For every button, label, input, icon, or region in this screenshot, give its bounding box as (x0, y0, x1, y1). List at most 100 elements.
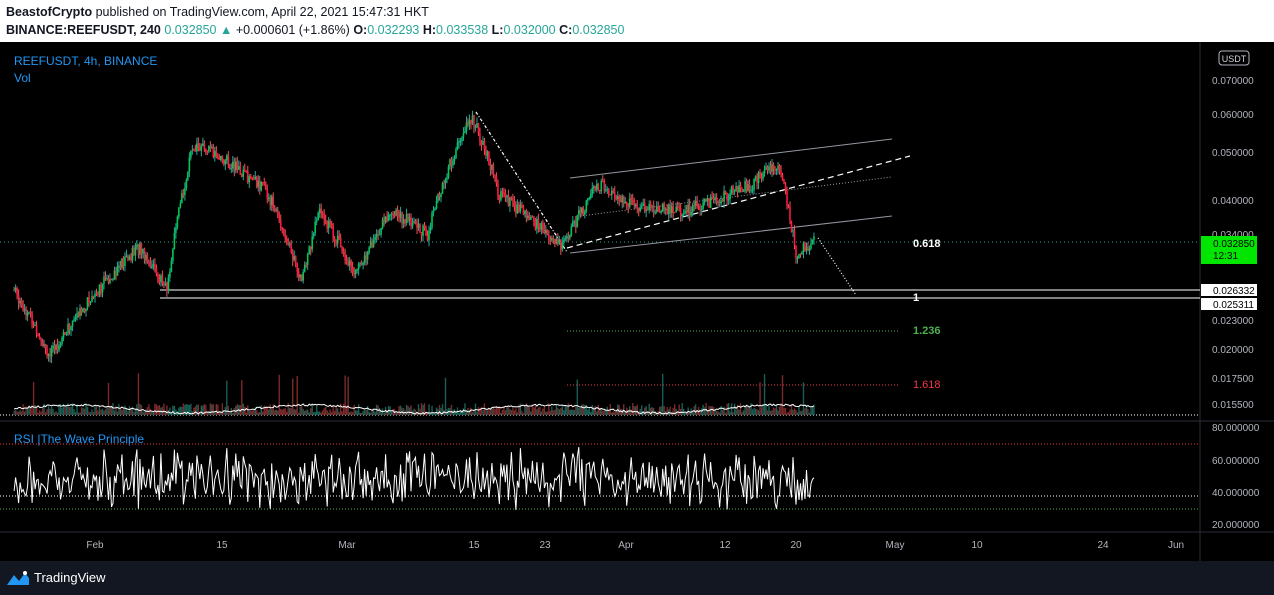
candle-body (678, 206, 680, 208)
candle-body (631, 199, 634, 201)
fib-label-1[interactable]: 1 (913, 292, 919, 304)
volume-bar (751, 409, 754, 415)
candle-body (649, 203, 652, 208)
candle-body (284, 235, 287, 239)
fib-label-1236[interactable]: 1.236 (913, 325, 941, 337)
candle-body (260, 181, 263, 191)
volume-bar (365, 409, 367, 415)
candle-body (124, 257, 126, 267)
wave-drop-line[interactable] (475, 111, 568, 253)
candle-body (582, 207, 585, 215)
candle-body (119, 265, 122, 268)
time-axis[interactable]: Feb 15 Mar 15 23 Apr 12 20 May 10 24 Jun (86, 540, 1184, 551)
volume-bar (68, 407, 71, 415)
candle-body (100, 284, 102, 293)
volume-bar (458, 412, 460, 415)
volume-bar (636, 404, 638, 415)
candle-body (474, 127, 477, 129)
candle-body (468, 120, 471, 125)
candle-body (287, 241, 290, 245)
candle-body (498, 194, 501, 201)
volume-bar (798, 405, 800, 415)
candle-body (664, 208, 667, 210)
volume-bar (56, 412, 59, 415)
rsi-tick: 80.000000 (1212, 423, 1260, 434)
volume-legend[interactable]: Vol (14, 71, 31, 85)
candle-body (651, 206, 654, 208)
candle-body (335, 241, 337, 244)
candle-body (666, 208, 668, 215)
volume-bar (795, 410, 797, 415)
candle-body (789, 206, 791, 222)
volume-bar (783, 407, 785, 415)
channel-top-line[interactable] (569, 138, 893, 179)
candle-body (221, 156, 224, 161)
volume-bar (563, 410, 565, 415)
candle-body (146, 254, 149, 263)
volume-bar (760, 407, 763, 415)
volume-bar (326, 410, 328, 415)
volume-bar (581, 404, 583, 415)
candle-body (297, 271, 300, 278)
volume-bar (570, 409, 573, 415)
volume-bar (588, 407, 590, 415)
candle-body (640, 205, 643, 208)
candle-body (356, 269, 358, 271)
volume-bar (353, 404, 355, 415)
candlestick-series[interactable] (13, 110, 815, 364)
volume-bar (34, 405, 36, 415)
candle-body (652, 206, 655, 213)
candle-body (366, 252, 369, 260)
fib-label-1618[interactable]: 1.618 (913, 379, 941, 391)
price-tick: 0.040000 (1212, 196, 1254, 207)
volume-bar (596, 411, 598, 415)
volume-bar (208, 410, 210, 415)
open-value: 0.032293 (367, 23, 420, 37)
candle-body (404, 219, 406, 224)
volume-bar (79, 412, 81, 415)
tradingview-brand[interactable]: TradingView (34, 570, 106, 585)
volume-bar (272, 404, 274, 415)
candle-body (314, 221, 316, 234)
volume-bar (462, 408, 465, 415)
candle-body (545, 229, 547, 234)
chart-area[interactable]: REEFUSDT, 4h, BINANCE Vol RSI |The Wave … (0, 42, 1274, 561)
volume-bar (40, 411, 42, 415)
candle-body (711, 196, 713, 198)
volume-bar (172, 405, 174, 415)
dashed-trendline[interactable] (566, 155, 911, 249)
chart-canvas[interactable]: REEFUSDT, 4h, BINANCE Vol RSI |The Wave … (0, 42, 1274, 561)
volume-bar (332, 405, 334, 415)
rsi-line[interactable] (13, 447, 815, 510)
volume-bar (784, 407, 787, 415)
volume-bar (49, 408, 51, 415)
tradingview-logo-icon[interactable] (6, 569, 30, 587)
candle-body (516, 204, 519, 214)
publisher-name[interactable]: BeastofCrypto (6, 5, 92, 19)
time-label: 15 (468, 540, 480, 551)
rsi-axis[interactable]: 80.000000 60.000000 40.000000 20.000000 (1212, 423, 1260, 531)
volume-bar (336, 408, 339, 415)
candle-body (116, 266, 119, 276)
fib-label-0618[interactable]: 0.618 (913, 238, 941, 250)
volume-bar (546, 411, 549, 415)
candle-body (537, 219, 540, 227)
candle-body (342, 251, 345, 255)
volume-bar (513, 410, 516, 415)
candle-body (491, 165, 493, 171)
candle-body (447, 166, 450, 178)
volume-bar (718, 412, 721, 415)
volume-bar (80, 407, 83, 415)
projection-line[interactable] (817, 237, 857, 296)
candle-body (661, 203, 664, 212)
candle-body (357, 264, 360, 270)
symbol-legend[interactable]: REEFUSDT, 4h, BINANCE (14, 54, 157, 68)
candle-body (584, 211, 586, 215)
candle-body (703, 198, 706, 203)
volume-bar (793, 408, 796, 415)
candle-body (706, 198, 709, 201)
volume-bar (786, 412, 788, 415)
currency-badge-label[interactable]: USDT (1222, 54, 1247, 64)
volume-bar (560, 408, 562, 415)
volume-bar (184, 404, 186, 415)
